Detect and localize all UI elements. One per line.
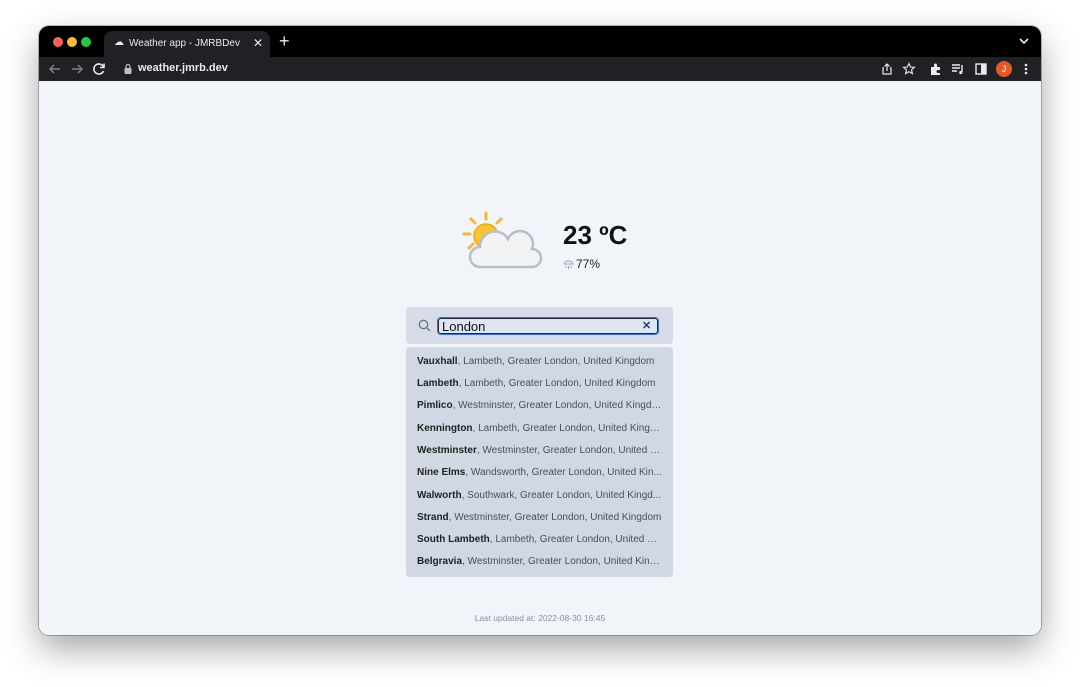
- humidity-value: 77%: [576, 257, 601, 271]
- profile-avatar[interactable]: J: [996, 61, 1012, 77]
- suggestion-item[interactable]: Strand, Westminster, Greater London, Uni…: [417, 512, 663, 523]
- close-window-button[interactable]: [53, 37, 63, 47]
- suggestion-item[interactable]: Walworth, Southwark, Greater London, Uni…: [417, 490, 663, 501]
- search-icon: [418, 319, 431, 332]
- cloud-icon: ☁: [114, 37, 124, 48]
- browser-toolbar: weather.jmrb.dev J: [39, 57, 1041, 81]
- minimize-window-button[interactable]: [67, 37, 77, 47]
- suggestion-item[interactable]: Pimlico, Westminster, Greater London, Un…: [417, 400, 663, 411]
- browser-window: ☁ Weather app - JMRBDev ✕ + weather.jmrb…: [39, 26, 1041, 635]
- back-arrow-icon[interactable]: [45, 59, 65, 79]
- suggestions-list: Vauxhall, Lambeth, Greater London, Unite…: [406, 347, 673, 577]
- suggestion-item[interactable]: Vauxhall, Lambeth, Greater London, Unite…: [417, 356, 663, 367]
- clear-search-icon[interactable]: ✕: [642, 320, 651, 332]
- star-icon[interactable]: [902, 62, 916, 76]
- close-tab-icon[interactable]: ✕: [253, 36, 263, 50]
- suggestion-item[interactable]: Westminster, Westminster, Greater London…: [417, 445, 663, 456]
- maximize-window-button[interactable]: [81, 37, 91, 47]
- more-options-icon[interactable]: [1019, 62, 1033, 76]
- search-input[interactable]: [437, 317, 659, 335]
- suggestion-item[interactable]: South Lambeth, Lambeth, Greater London, …: [417, 534, 663, 545]
- humidity-indicator: 77%: [563, 257, 600, 271]
- side-panel-icon[interactable]: [974, 62, 988, 76]
- suggestion-item[interactable]: Belgravia, Westminster, Greater London, …: [417, 556, 663, 567]
- page-content: 23 ºC 77% ✕ Vauxhall, Lambeth, Greater L…: [39, 81, 1041, 635]
- suggestion-item[interactable]: Lambeth, Lambeth, Greater London, United…: [417, 378, 663, 389]
- humidity-icon: [563, 260, 574, 269]
- lock-icon[interactable]: [123, 63, 133, 75]
- tab-bar: ☁ Weather app - JMRBDev ✕ +: [39, 26, 1041, 57]
- suggestion-item[interactable]: Nine Elms, Wandsworth, Greater London, U…: [417, 467, 663, 478]
- new-tab-button[interactable]: +: [279, 32, 290, 50]
- media-control-icon[interactable]: [951, 62, 965, 76]
- tab-title: Weather app - JMRBDev: [129, 38, 240, 49]
- chevron-down-icon[interactable]: [1019, 36, 1029, 46]
- partly-cloudy-icon: [462, 211, 543, 269]
- suggestion-item[interactable]: Kennington, Lambeth, Greater London, Uni…: [417, 423, 663, 434]
- extensions-icon[interactable]: [929, 62, 943, 76]
- share-icon[interactable]: [880, 62, 894, 76]
- forward-arrow-icon[interactable]: [67, 59, 87, 79]
- address-bar[interactable]: weather.jmrb.dev: [138, 62, 228, 74]
- browser-tab[interactable]: ☁ Weather app - JMRBDev ✕: [104, 31, 270, 57]
- search-box: ✕: [406, 307, 673, 344]
- reload-icon[interactable]: [89, 59, 109, 79]
- last-updated-text: Last updated at: 2022-08-30 16:45: [474, 613, 606, 623]
- temperature-value: 23 ºC: [563, 220, 628, 250]
